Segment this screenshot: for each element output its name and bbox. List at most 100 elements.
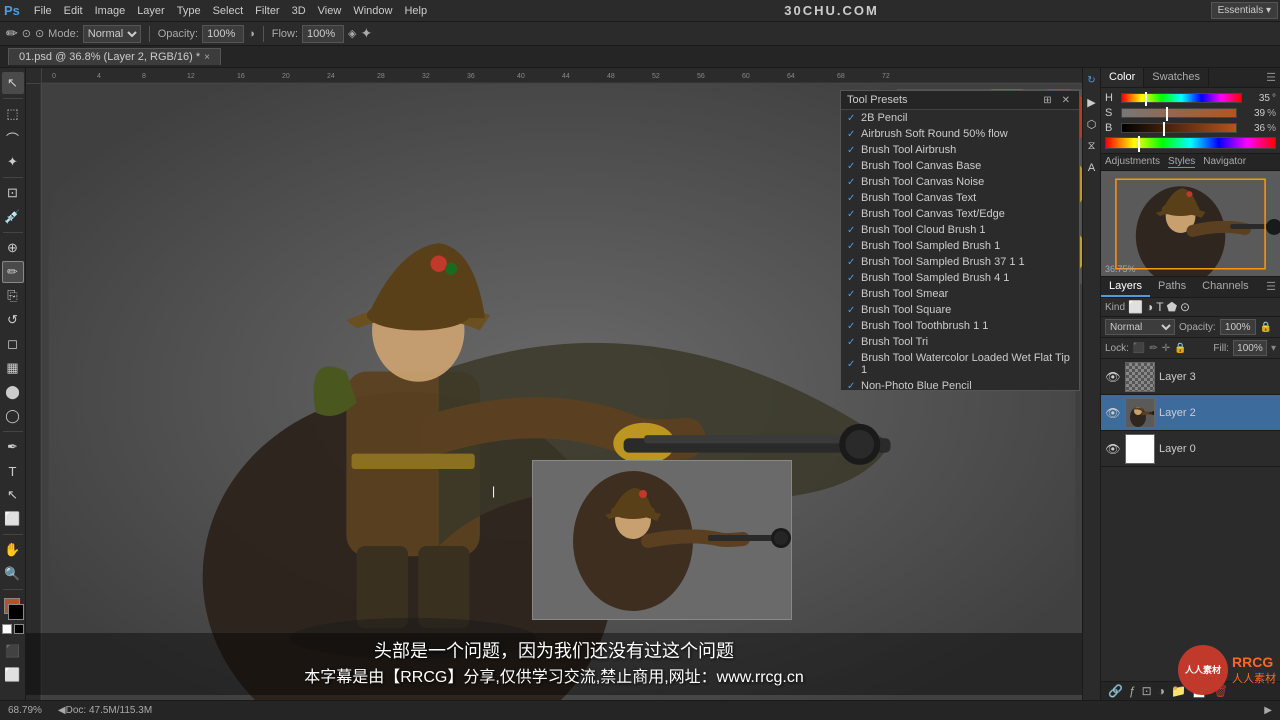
nav-arrow-left[interactable]: ◀ xyxy=(58,705,66,716)
spectrum-bar[interactable] xyxy=(1105,137,1276,149)
preset-item-13[interactable]: ✓ Brush Tool Toothbrush 1 1 xyxy=(841,318,1079,334)
lock-pixels[interactable]: ✏ xyxy=(1149,343,1157,354)
sidebar-3d-icon[interactable]: ⬡ xyxy=(1084,116,1100,132)
preset-item-2[interactable]: ✓ Brush Tool Airbrush xyxy=(841,142,1079,158)
background-color-box[interactable] xyxy=(8,604,24,620)
hand-tool[interactable]: ✋ xyxy=(2,539,24,561)
quick-mask[interactable]: ⬛ xyxy=(2,640,24,662)
preset-item-11[interactable]: ✓ Brush Tool Smear xyxy=(841,286,1079,302)
menu-select[interactable]: Select xyxy=(207,0,250,22)
sidebar-timeline-icon[interactable]: ⧖ xyxy=(1084,138,1100,154)
kind-pixel-filter[interactable]: ⬜ xyxy=(1128,300,1143,314)
default-colors[interactable] xyxy=(2,624,12,634)
layer-mask-icon[interactable]: ⊡ xyxy=(1139,684,1155,698)
layers-panel-options[interactable]: ☰ xyxy=(1262,277,1280,297)
preset-item-14[interactable]: ✓ Brush Tool Tri xyxy=(841,334,1079,350)
preset-item-15[interactable]: ✓ Brush Tool Watercolor Loaded Wet Flat … xyxy=(841,350,1079,378)
preset-item-3[interactable]: ✓ Brush Tool Canvas Base xyxy=(841,158,1079,174)
tab-channels[interactable]: Channels xyxy=(1194,277,1256,297)
preset-item-5[interactable]: ✓ Brush Tool Canvas Text xyxy=(841,190,1079,206)
brightness-slider[interactable] xyxy=(1121,123,1237,133)
menu-image[interactable]: Image xyxy=(89,0,132,22)
tab-close-button[interactable]: × xyxy=(204,52,210,63)
menu-3d[interactable]: 3D xyxy=(286,0,312,22)
color-panel-options[interactable]: ☰ xyxy=(1262,68,1280,87)
layer-2-visibility[interactable]: 👁 xyxy=(1105,405,1121,421)
tab-styles[interactable]: Styles xyxy=(1168,156,1195,168)
path-select-tool[interactable]: ↖ xyxy=(2,484,24,506)
dodge-tool[interactable]: ◯ xyxy=(2,405,24,427)
tab-swatches[interactable]: Swatches xyxy=(1144,68,1209,87)
kind-type-filter[interactable]: T xyxy=(1156,300,1163,314)
lasso-tool[interactable]: ⌒ xyxy=(2,127,24,149)
blur-tool[interactable]: ⬤ xyxy=(2,381,24,403)
fill-input[interactable] xyxy=(1233,340,1267,356)
essentials-button[interactable]: Essentials ▾ xyxy=(1211,2,1278,19)
lock-all[interactable]: 🔒 xyxy=(1174,343,1186,354)
preset-item-8[interactable]: ✓ Brush Tool Sampled Brush 1 xyxy=(841,238,1079,254)
crop-tool[interactable]: ⊡ xyxy=(2,182,24,204)
preset-item-1[interactable]: ✓ Airbrush Soft Round 50% flow xyxy=(841,126,1079,142)
saturation-slider[interactable] xyxy=(1121,108,1237,118)
opacity-input[interactable] xyxy=(202,25,244,43)
layer-adj-icon[interactable]: ◑ xyxy=(1155,684,1168,698)
document-tab[interactable]: 01.psd @ 36.8% (Layer 2, RGB/16) * × xyxy=(8,48,221,65)
layer-link-icon[interactable]: 🔗 xyxy=(1105,684,1126,698)
layer-item-0[interactable]: 👁 Layer 0 xyxy=(1101,431,1280,467)
menu-type[interactable]: Type xyxy=(171,0,207,22)
flow-input[interactable] xyxy=(302,25,344,43)
preset-item-12[interactable]: ✓ Brush Tool Square xyxy=(841,302,1079,318)
layer-3-visibility[interactable]: 👁 xyxy=(1105,369,1121,385)
layer-0-visibility[interactable]: 👁 xyxy=(1105,441,1121,457)
kind-shape-filter[interactable]: ⬟ xyxy=(1167,300,1177,314)
zoom-tool[interactable]: 🔍 xyxy=(2,563,24,585)
kind-adjust-filter[interactable]: ◑ xyxy=(1146,300,1153,314)
move-tool[interactable]: ↖ xyxy=(2,72,24,94)
tab-layers[interactable]: Layers xyxy=(1101,277,1150,297)
layer-opacity-input[interactable] xyxy=(1220,319,1256,335)
magic-wand-tool[interactable]: ✦ xyxy=(2,151,24,173)
screen-mode[interactable]: ⬜ xyxy=(2,664,24,686)
opacity-lock-icon[interactable]: 🔒 xyxy=(1260,322,1272,333)
tab-paths[interactable]: Paths xyxy=(1150,277,1194,297)
nav-arrow-right[interactable]: ▶ xyxy=(1264,705,1272,716)
text-tool[interactable]: T xyxy=(2,460,24,482)
menu-edit[interactable]: Edit xyxy=(58,0,89,22)
menu-window[interactable]: Window xyxy=(347,0,398,22)
swap-colors[interactable] xyxy=(14,624,24,634)
mode-select[interactable]: Normal xyxy=(83,25,141,43)
preset-item-16[interactable]: ✓ Non-Photo Blue Pencil xyxy=(841,378,1079,390)
preset-item-10[interactable]: ✓ Brush Tool Sampled Brush 4 1 xyxy=(841,270,1079,286)
eyedropper-tool[interactable]: 💉 xyxy=(2,206,24,228)
shape-tool[interactable]: ⬜ xyxy=(2,508,24,530)
menu-layer[interactable]: Layer xyxy=(131,0,171,22)
layer-item-2[interactable]: 👁 Layer 2 xyxy=(1101,395,1280,431)
rectangle-select-tool[interactable]: ⬚ xyxy=(2,103,24,125)
lock-position[interactable]: ✛ xyxy=(1162,343,1170,354)
hue-slider[interactable] xyxy=(1121,93,1242,103)
preset-item-7[interactable]: ✓ Brush Tool Cloud Brush 1 xyxy=(841,222,1079,238)
tab-color[interactable]: Color xyxy=(1101,68,1144,87)
layer-item-3[interactable]: 👁 Layer 3 xyxy=(1101,359,1280,395)
tab-navigator[interactable]: Navigator xyxy=(1203,156,1246,168)
preset-item-4[interactable]: ✓ Brush Tool Canvas Noise xyxy=(841,174,1079,190)
healing-brush-tool[interactable]: ⊕ xyxy=(2,237,24,259)
lock-transparency[interactable]: ⬛ xyxy=(1133,343,1145,354)
eraser-tool[interactable]: ◻ xyxy=(2,333,24,355)
tab-adjustments[interactable]: Adjustments xyxy=(1105,156,1160,168)
foreground-color[interactable] xyxy=(2,598,24,620)
layer-style-icon[interactable]: ƒ xyxy=(1126,684,1139,698)
preset-item-9[interactable]: ✓ Brush Tool Sampled Brush 37 1 1 xyxy=(841,254,1079,270)
fill-arrow-icon[interactable]: ▾ xyxy=(1271,343,1276,354)
menu-file[interactable]: File xyxy=(28,0,58,22)
preset-item-0[interactable]: ✓ 2B Pencil xyxy=(841,110,1079,126)
history-brush-tool[interactable]: ↺ xyxy=(2,309,24,331)
preset-item-6[interactable]: ✓ Brush Tool Canvas Text/Edge xyxy=(841,206,1079,222)
menu-help[interactable]: Help xyxy=(398,0,433,22)
tool-presets-dock[interactable]: ⊞ xyxy=(1040,95,1054,106)
brush-tool[interactable]: ✏ xyxy=(2,261,24,283)
sidebar-actions-icon[interactable]: ▶ xyxy=(1084,94,1100,110)
tool-presets-close[interactable]: ✕ xyxy=(1059,95,1073,106)
clone-stamp-tool[interactable]: ⎘ xyxy=(2,285,24,307)
kind-smart-filter[interactable]: ⊙ xyxy=(1180,300,1190,314)
